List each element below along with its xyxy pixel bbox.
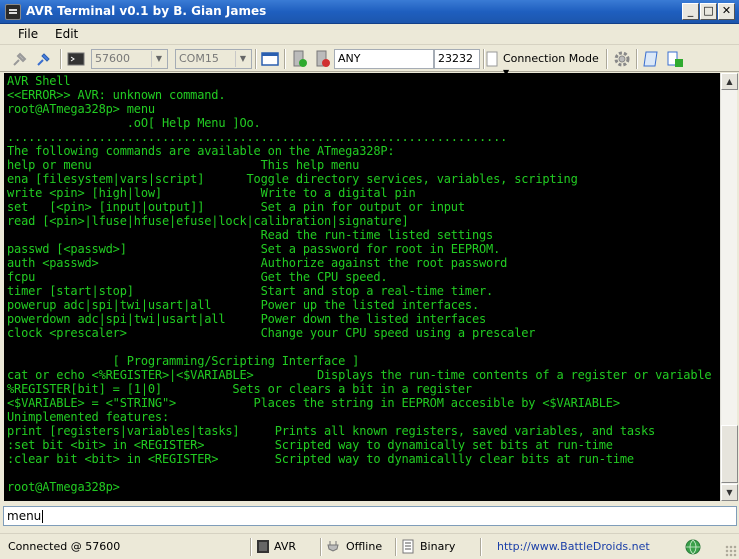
save-log-icon[interactable] [665,49,685,69]
website-link[interactable]: http://www.BattleDroids.net [497,537,650,557]
terminal-line: write <pin> [high|low] Write to a digita… [7,186,416,200]
terminal-line: timer [start|stop] Start and stop a real… [7,284,494,298]
chevron-down-icon: ▼ [151,51,166,67]
terminal-line: :clear bit <bit> in <REGISTER> Scripted … [7,452,634,466]
terminal-line: passwd [<passwd>] Set a password for roo… [7,242,501,256]
terminal-line: set [<pin> [input|output]] Set a pin for… [7,200,465,214]
gear-icon[interactable] [612,49,632,69]
chip-icon [256,539,270,554]
scroll-up-arrow-icon[interactable]: ▲ [721,73,738,90]
close-button[interactable]: ✕ [718,3,735,20]
notebook-icon[interactable] [642,49,662,69]
status-connection: Connected @ 57600 [8,540,121,553]
terminal-line: Unimplemented features: [7,410,170,424]
address-input[interactable]: ANY [334,49,434,69]
terminal-line: .oO[ Help Menu ]Oo. [7,116,261,130]
terminal-line: root@ATmega328p> [7,480,120,494]
terminal-line: powerdown adc|spi|twi|usart|all Power do… [7,312,487,326]
stop-server-icon[interactable] [313,49,333,69]
terminal-app-icon [5,4,21,20]
title-bar: AVR Terminal v0.1 by B. Gian James _ □ ✕ [0,0,739,24]
terminal-text: AVR Shell <<ERROR>> AVR: unknown command.… [7,74,712,494]
baud-rate-select[interactable]: 57600 ▼ [91,49,168,69]
document-icon [485,49,499,69]
terminal-output[interactable]: AVR Shell <<ERROR>> AVR: unknown command.… [4,73,720,501]
disconnect-plug-icon[interactable] [34,49,54,69]
menu-bar: File Edit [0,24,739,45]
status-format: Binary [420,540,456,553]
menu-file[interactable]: File [18,27,38,41]
terminal-line: cat or echo <%REGISTER>|<$VARIABLE> Disp… [7,368,712,382]
terminal-line: :set bit <bit> in <REGISTER> Scripted wa… [7,438,613,452]
terminal-line: print [registers|variables|tasks] Prints… [7,424,656,438]
com-port-select[interactable]: COM15 ▼ [175,49,252,69]
terminal-scrollbar[interactable]: ▲ ▼ [720,73,738,501]
terminal-line: <<ERROR>> AVR: unknown command. [7,88,226,102]
terminal-line: ........................................… [7,130,508,144]
menu-edit[interactable]: Edit [55,27,78,41]
com-port-value: COM15 [179,52,219,65]
plug-icon [327,539,341,554]
terminal-line: read [<pin>|lfuse|hfuse|efuse|lock|calib… [7,214,409,228]
resize-grip[interactable] [725,545,737,557]
status-bar: Connected @ 57600 AVR Offline Binary htt… [0,533,739,559]
connection-mode-dropdown[interactable]: Connection Mode ▼ [501,49,603,77]
port-input[interactable]: 23232 [434,49,480,69]
minimize-button[interactable]: _ [682,3,699,20]
terminal-line: The following commands are available on … [7,144,395,158]
terminal-line: auth <passwd> Authorize against the root… [7,256,508,270]
terminal-line: fcpu Get the CPU speed. [7,270,388,284]
window-title: AVR Terminal v0.1 by B. Gian James [26,4,267,18]
terminal-line: Read the run-time listed settings [7,228,494,242]
scrollbar-thumb[interactable] [721,425,738,483]
connect-plug-icon[interactable] [10,49,30,69]
toolbar: 57600 ▼ COM15 ▼ ANY 23232 Connection Mod… [0,45,739,77]
globe-icon [685,539,701,555]
terminal-line: root@ATmega328p> menu [7,102,155,116]
connection-mode-label: Connection Mode [503,52,599,65]
terminal-line: %REGISTER[bit] = [1|0] Sets or clears a … [7,382,472,396]
terminal-line: help or menu This help menu [7,158,360,172]
binary-file-icon [401,539,415,554]
maximize-button[interactable]: □ [700,3,717,20]
status-device: AVR [274,540,296,553]
window-icon[interactable] [260,49,280,69]
baud-rate-value: 57600 [95,52,130,65]
start-server-icon[interactable] [290,49,310,69]
console-icon[interactable] [66,49,86,69]
scroll-down-arrow-icon[interactable]: ▼ [721,484,738,501]
terminal-line: clock <prescaler> Change your CPU speed … [7,326,536,340]
text-caret [42,510,44,523]
terminal-line: powerup adc|spi|twi|usart|all Power up t… [7,298,479,312]
terminal-line: [ Programming/Scripting Interface ] [7,354,360,368]
command-input[interactable]: menu [3,506,737,526]
status-mode: Offline [346,540,383,553]
terminal-line: <$VARIABLE> = <"STRING"> Places the stri… [7,396,620,410]
terminal-line: ena [filesystem|vars|script] Toggle dire… [7,172,578,186]
terminal-line: AVR Shell [7,74,71,88]
chevron-down-icon: ▼ [235,51,250,67]
command-input-value: menu [7,509,42,523]
